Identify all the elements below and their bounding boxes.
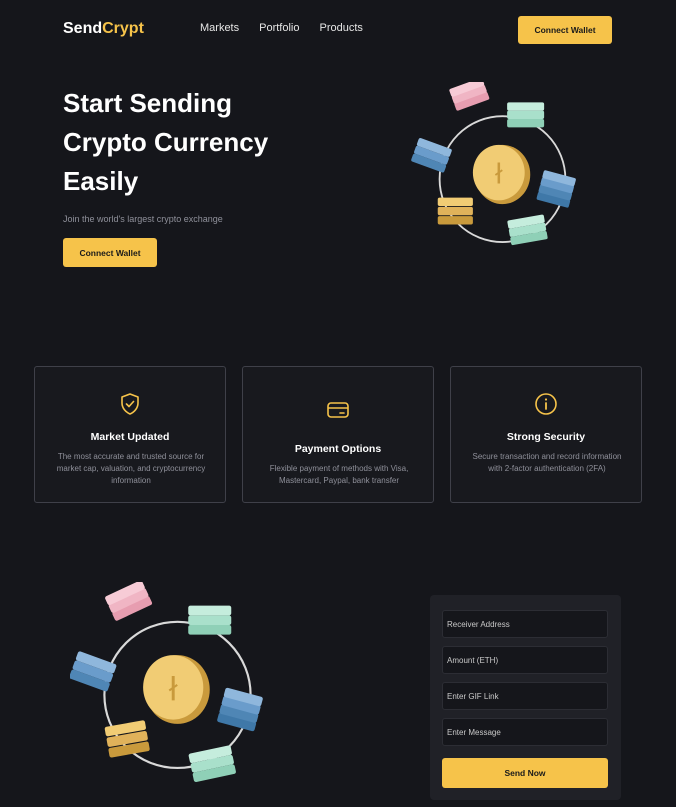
- feature-text: The most accurate and trusted source for…: [56, 452, 206, 485]
- nav-link-products[interactable]: Products: [319, 22, 362, 34]
- nav-link-portfolio[interactable]: Portfolio: [259, 22, 299, 34]
- svg-text:ł: ł: [169, 670, 179, 708]
- nav-connect-wallet-button[interactable]: Connect Wallet: [518, 16, 612, 44]
- feature-card-market-updated: Market Updated The most accurate and tru…: [34, 366, 226, 503]
- stack-blue-icon: [70, 651, 117, 692]
- crypto-coin-illustration-large: ł: [70, 582, 263, 782]
- message-input[interactable]: [442, 718, 608, 746]
- feature-text: Secure transaction and record informatio…: [472, 452, 622, 473]
- stack-pink-icon: [105, 582, 153, 621]
- feature-title: Strong Security: [506, 431, 586, 443]
- stack-pink-icon: [449, 82, 490, 111]
- send-form: Send Now: [430, 595, 621, 800]
- hero-subtitle: Join the world's largest crypto exchange: [63, 214, 223, 224]
- shield-check-icon: [121, 393, 139, 415]
- top-nav: SendCrypt Markets Portfolio Products Con…: [0, 0, 676, 60]
- logo[interactable]: SendCrypt: [63, 20, 144, 38]
- stack-mint-bottom-icon: [188, 745, 236, 782]
- receiver-address-input[interactable]: [442, 610, 608, 638]
- stack-blue-right-icon: [217, 687, 263, 732]
- logo-main: Send: [63, 20, 103, 37]
- feature-title: Payment Options: [294, 443, 382, 455]
- stack-blue-icon: [411, 138, 452, 173]
- feature-card-strong-security: Strong Security Secure transaction and r…: [450, 366, 642, 503]
- stack-blue-right-icon: [536, 170, 576, 208]
- hero-connect-wallet-button[interactable]: Connect Wallet: [63, 238, 157, 267]
- coin-icon: ł: [472, 144, 531, 205]
- gif-link-input[interactable]: [442, 682, 608, 710]
- coin-icon: ł: [143, 655, 210, 724]
- svg-text:ł: ł: [495, 158, 503, 191]
- feature-title: Market Updated: [90, 431, 170, 443]
- feature-text: Flexible payment of methods with Visa, M…: [269, 464, 409, 485]
- crypto-coin-illustration: ł: [411, 82, 576, 246]
- amount-input[interactable]: [442, 646, 608, 674]
- send-now-button[interactable]: Send Now: [442, 758, 608, 788]
- credit-card-icon: [327, 402, 349, 418]
- stack-mint-bottom-icon: [507, 214, 548, 246]
- stack-mint-icon: [188, 605, 232, 635]
- stack-mint-icon: [507, 102, 545, 128]
- nav-link-markets[interactable]: Markets: [200, 22, 239, 34]
- stack-gold-icon: [437, 197, 473, 225]
- nav-links: Markets Portfolio Products: [200, 22, 363, 34]
- feature-card-payment-options: Payment Options Flexible payment of meth…: [242, 366, 434, 503]
- logo-accent: Crypt: [102, 20, 144, 37]
- info-icon: [535, 393, 557, 415]
- hero-title: Start Sending Crypto Currency Easily: [63, 88, 269, 196]
